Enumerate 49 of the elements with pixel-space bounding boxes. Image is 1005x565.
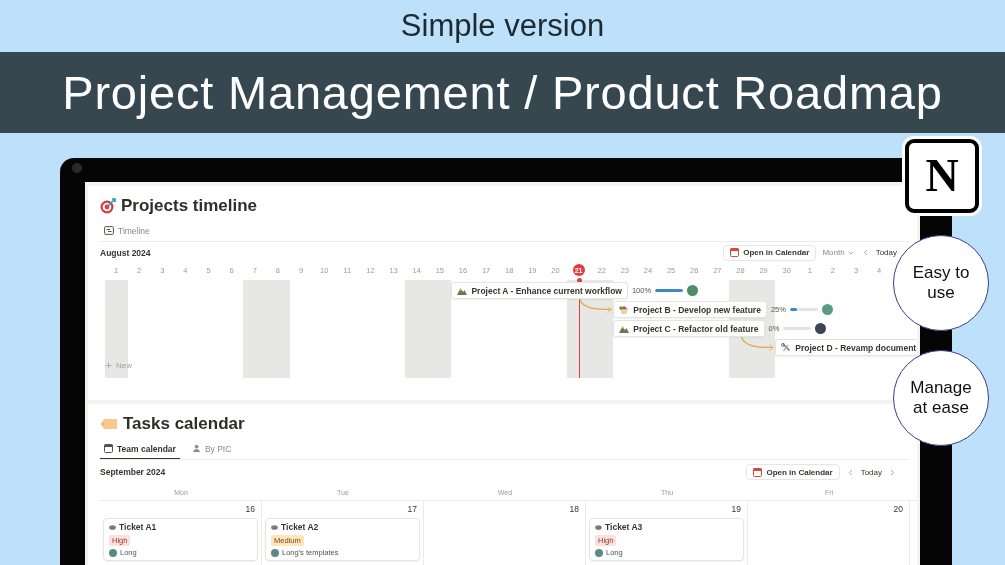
view-tab[interactable]: Team calendar xyxy=(100,439,180,459)
caption: Simple version xyxy=(399,7,606,45)
open-calendar-button[interactable]: Open in Calendar xyxy=(723,244,817,261)
date-number: 19 xyxy=(731,504,742,515)
calendar-icon xyxy=(753,467,763,477)
section-title: Tasks calendar xyxy=(123,413,245,434)
ticket-icon xyxy=(109,524,116,530)
ticket-title: Ticket A2 xyxy=(281,522,319,532)
banner-title: Project Management / Product Roadmap xyxy=(0,52,1005,133)
month-label: August 2024 xyxy=(100,247,151,258)
badge-text: Manage at ease xyxy=(909,378,973,418)
ticket-icon xyxy=(271,524,278,530)
project-bar[interactable]: Project D - Revamp document xyxy=(775,339,917,356)
avatar xyxy=(109,548,117,557)
view-tab[interactable]: Timeline xyxy=(100,221,154,241)
date-number: 16 xyxy=(245,504,256,515)
target-icon xyxy=(100,197,116,214)
avatar xyxy=(271,548,279,557)
month-label: September 2024 xyxy=(100,467,166,477)
badge-text: Easy to use xyxy=(911,263,971,303)
person-icon xyxy=(191,444,201,453)
date-number: 17 xyxy=(407,504,418,515)
mountain-icon xyxy=(619,324,630,333)
house-icon xyxy=(619,305,630,314)
ticket-title: Ticket A3 xyxy=(605,522,643,532)
project-bar[interactable]: Project B - Develop new feature xyxy=(613,301,767,318)
project-bar[interactable]: Project C - Refactor old feature xyxy=(613,320,765,337)
avatar xyxy=(595,548,603,557)
camera-dot xyxy=(72,163,82,173)
tag-icon xyxy=(100,417,118,430)
date-number: 20 xyxy=(893,504,904,515)
today-button[interactable]: Today xyxy=(875,248,897,257)
today-button[interactable]: Today xyxy=(860,467,882,477)
logo-letter: N xyxy=(925,153,959,199)
view-tab[interactable]: By PIC xyxy=(187,439,236,459)
ticket-icon xyxy=(595,524,602,530)
timeline-icon xyxy=(104,226,114,235)
project-bar[interactable]: Project A - Enhance current workflow xyxy=(451,282,628,299)
date-number: 18 xyxy=(569,504,580,515)
plus-icon xyxy=(104,361,113,370)
calendar-icon xyxy=(104,444,113,453)
chevron-right-icon[interactable] xyxy=(888,467,897,477)
mountain-icon xyxy=(457,286,468,295)
calendar-icon xyxy=(730,248,740,257)
section-title: Projects timeline xyxy=(121,195,258,216)
open-calendar-button[interactable]: Open in Calendar xyxy=(746,464,840,480)
ticket-title: Ticket A1 xyxy=(119,522,157,532)
wrench-icon xyxy=(781,343,792,352)
scale-dropdown[interactable]: Month xyxy=(822,248,855,257)
